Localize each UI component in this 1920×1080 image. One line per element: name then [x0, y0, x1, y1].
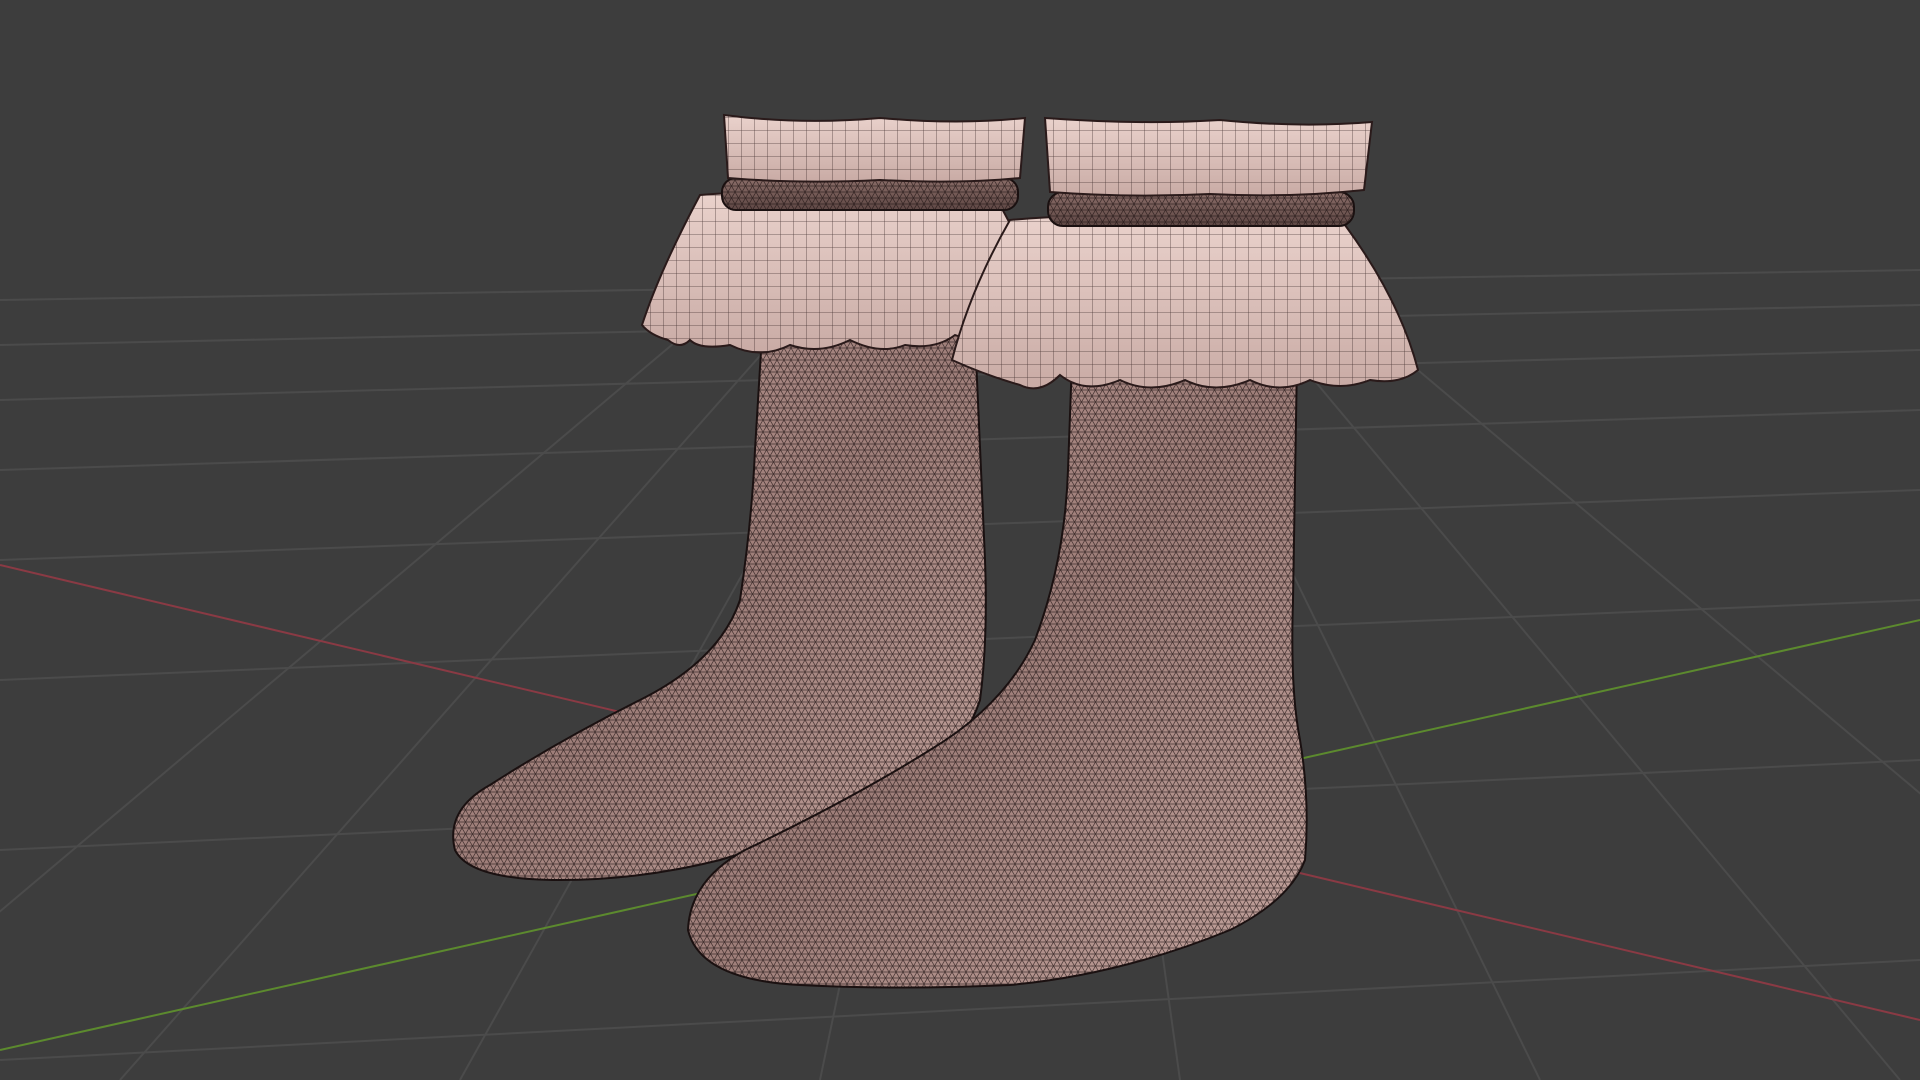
3d-viewport[interactable] [0, 0, 1920, 1080]
viewport-canvas[interactable] [0, 0, 1920, 1080]
